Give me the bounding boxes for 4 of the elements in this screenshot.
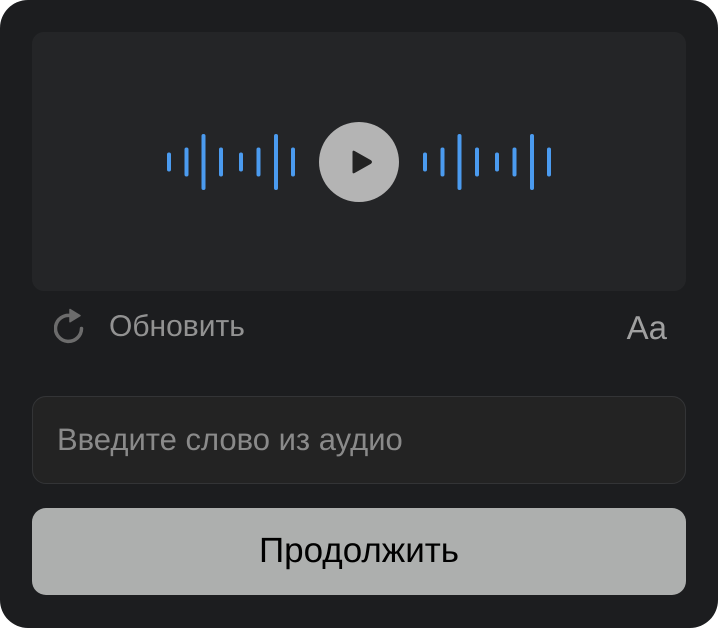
continue-button[interactable]: Продолжить — [32, 508, 686, 595]
refresh-button[interactable]: Обновить — [54, 308, 245, 346]
text-size-button[interactable]: Aa — [626, 310, 667, 344]
answer-input-field[interactable]: Введите слово из аудио — [32, 396, 686, 484]
